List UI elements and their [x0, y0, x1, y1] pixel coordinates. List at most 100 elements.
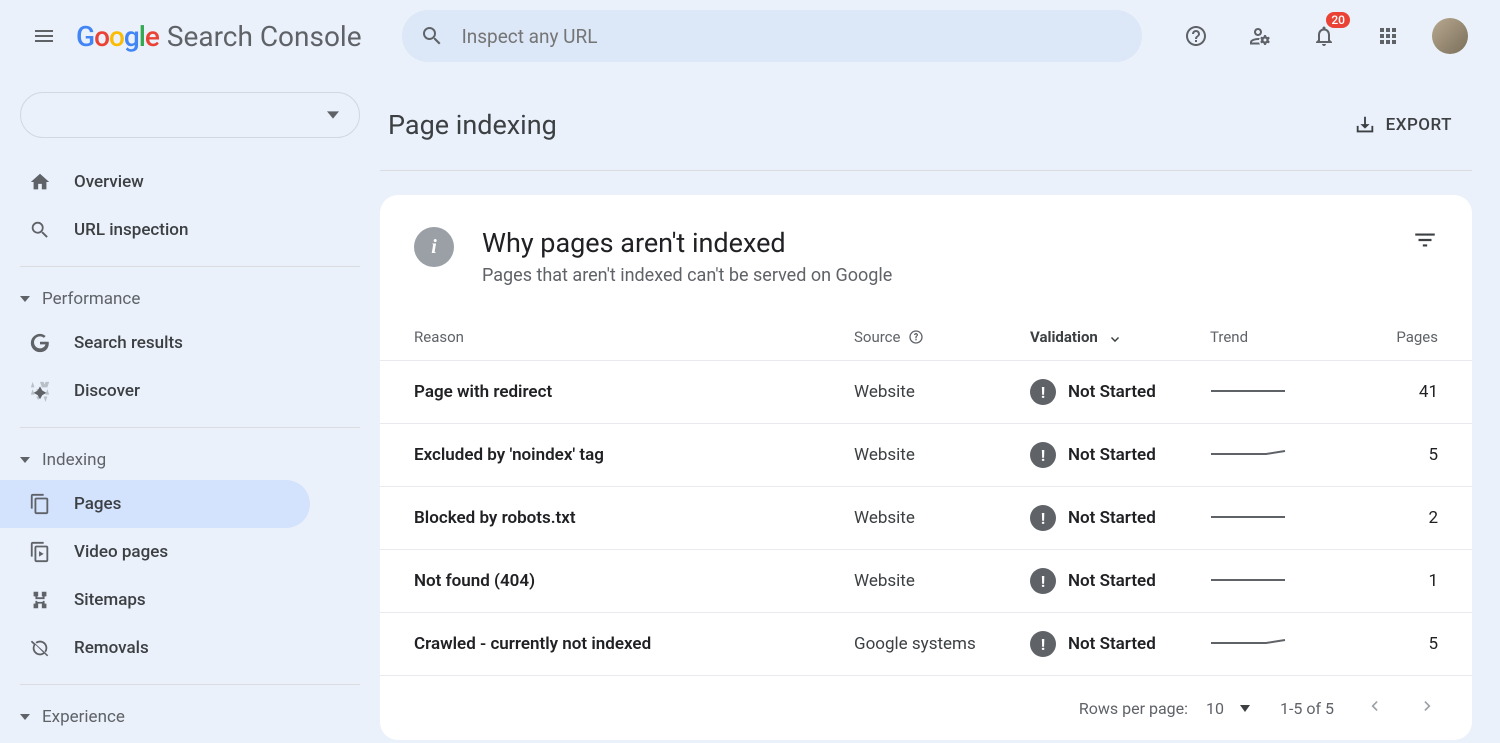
sidebar-item-label: Overview — [74, 172, 144, 192]
search-icon — [28, 218, 52, 242]
table-footer: Rows per page: 10 1-5 of 5 — [380, 676, 1472, 740]
cell-reason: Excluded by 'noindex' tag — [414, 445, 854, 465]
column-source[interactable]: Source — [854, 328, 1030, 346]
card-header: i Why pages aren't indexed Pages that ar… — [380, 195, 1472, 310]
section-label: Performance — [42, 289, 140, 309]
help-icon — [1184, 24, 1208, 48]
export-button[interactable]: EXPORT — [1342, 106, 1464, 144]
sidebar-item-discover[interactable]: Discover — [0, 367, 310, 415]
column-validation[interactable]: Validation — [1030, 328, 1210, 346]
pagination-range: 1-5 of 5 — [1280, 699, 1334, 718]
section-label: Experience — [42, 707, 125, 727]
cell-pages: 5 — [1380, 634, 1438, 654]
info-icon: i — [414, 227, 454, 267]
sidebar-item-label: Pages — [74, 494, 121, 514]
apps-grid-icon — [1376, 24, 1400, 48]
column-pages[interactable]: Pages — [1380, 328, 1438, 346]
sitemaps-icon — [28, 588, 52, 612]
table-row[interactable]: Blocked by robots.txtWebsite!Not Started… — [380, 487, 1472, 550]
cell-reason: Not found (404) — [414, 571, 854, 591]
rows-per-page: Rows per page: 10 — [1079, 699, 1250, 718]
cell-pages: 41 — [1380, 382, 1438, 402]
page-header: Page indexing EXPORT — [380, 92, 1472, 171]
pagination — [1364, 696, 1438, 720]
cell-reason: Crawled - currently not indexed — [414, 634, 854, 654]
table-row[interactable]: Not found (404)Website!Not Started1 — [380, 550, 1472, 613]
cell-trend — [1210, 444, 1380, 466]
divider — [20, 684, 360, 685]
caret-down-icon — [20, 457, 30, 463]
user-settings-button[interactable] — [1240, 16, 1280, 56]
removals-icon — [28, 636, 52, 660]
sidebar-item-label: Removals — [74, 638, 149, 658]
download-icon — [1354, 114, 1376, 136]
sidebar-item-video-pages[interactable]: Video pages — [0, 528, 310, 576]
rows-per-page-select[interactable]: 10 — [1206, 699, 1250, 718]
indexing-reasons-card: i Why pages aren't indexed Pages that ar… — [380, 195, 1472, 740]
notifications-button[interactable]: 20 — [1304, 16, 1344, 56]
cell-reason: Blocked by robots.txt — [414, 508, 854, 528]
help-button[interactable] — [1176, 16, 1216, 56]
table-row[interactable]: Crawled - currently not indexedGoogle sy… — [380, 613, 1472, 676]
filter-button[interactable] — [1412, 227, 1438, 257]
user-gear-icon — [1248, 24, 1272, 48]
sidebar-item-label: Search results — [74, 333, 183, 353]
cell-source: Google systems — [854, 634, 1030, 654]
apps-button[interactable] — [1368, 16, 1408, 56]
cell-source: Website — [854, 508, 1030, 528]
exclamation-icon: ! — [1030, 442, 1056, 468]
header-actions: 20 — [1176, 16, 1480, 56]
prev-page-button[interactable] — [1364, 696, 1384, 720]
export-label: EXPORT — [1386, 115, 1452, 135]
exclamation-icon: ! — [1030, 379, 1056, 405]
cell-trend — [1210, 570, 1380, 592]
page-title: Page indexing — [388, 109, 557, 141]
cell-trend — [1210, 633, 1380, 655]
logo[interactable]: Google Search Console — [76, 20, 362, 53]
discover-icon — [28, 379, 52, 403]
table-header-row: Reason Source Validation Trend Pages — [380, 310, 1472, 361]
next-page-button[interactable] — [1418, 696, 1438, 720]
sidebar-item-overview[interactable]: Overview — [0, 158, 310, 206]
hamburger-icon — [32, 24, 56, 48]
exclamation-icon: ! — [1030, 631, 1056, 657]
google-g-icon — [28, 331, 52, 355]
video-pages-icon — [28, 540, 52, 564]
product-name: Search Console — [167, 20, 362, 53]
cell-validation: !Not Started — [1030, 442, 1210, 468]
search-input[interactable] — [462, 25, 1124, 48]
sidebar-item-url-inspection[interactable]: URL inspection — [0, 206, 310, 254]
exclamation-icon: ! — [1030, 568, 1056, 594]
cell-trend — [1210, 381, 1380, 403]
column-trend[interactable]: Trend — [1210, 328, 1380, 346]
sidebar-item-search-results[interactable]: Search results — [0, 319, 310, 367]
cell-validation: !Not Started — [1030, 568, 1210, 594]
table-row[interactable]: Page with redirectWebsite!Not Started41 — [380, 361, 1472, 424]
table-row[interactable]: Excluded by 'noindex' tagWebsite!Not Sta… — [380, 424, 1472, 487]
menu-button[interactable] — [20, 12, 68, 60]
search-icon — [420, 24, 444, 48]
sidebar-section-performance[interactable]: Performance — [0, 279, 380, 319]
chevron-down-icon — [327, 109, 339, 121]
sidebar-item-label: Sitemaps — [74, 590, 146, 610]
sidebar-section-experience[interactable]: Experience — [0, 697, 380, 737]
app-header: Google Search Console 20 — [0, 0, 1500, 72]
property-selector[interactable] — [20, 92, 360, 138]
cell-validation: !Not Started — [1030, 631, 1210, 657]
column-reason[interactable]: Reason — [414, 328, 854, 346]
notification-badge: 20 — [1326, 12, 1350, 28]
sidebar-section-indexing[interactable]: Indexing — [0, 440, 380, 480]
avatar[interactable] — [1432, 18, 1468, 54]
card-title: Why pages aren't indexed — [482, 227, 892, 259]
sidebar-item-removals[interactable]: Removals — [0, 624, 310, 672]
sidebar-item-pages[interactable]: Pages — [0, 480, 310, 528]
sidebar-item-sitemaps[interactable]: Sitemaps — [0, 576, 310, 624]
pages-icon — [28, 492, 52, 516]
chevron-down-icon — [1240, 705, 1250, 712]
main-content: Page indexing EXPORT i Why pages aren't … — [380, 72, 1500, 743]
url-search-bar[interactable] — [402, 10, 1142, 62]
sidebar-item-label: Video pages — [74, 542, 168, 562]
cell-pages: 2 — [1380, 508, 1438, 528]
sidebar-item-label: URL inspection — [74, 220, 188, 240]
card-subtitle: Pages that aren't indexed can't be serve… — [482, 265, 892, 286]
